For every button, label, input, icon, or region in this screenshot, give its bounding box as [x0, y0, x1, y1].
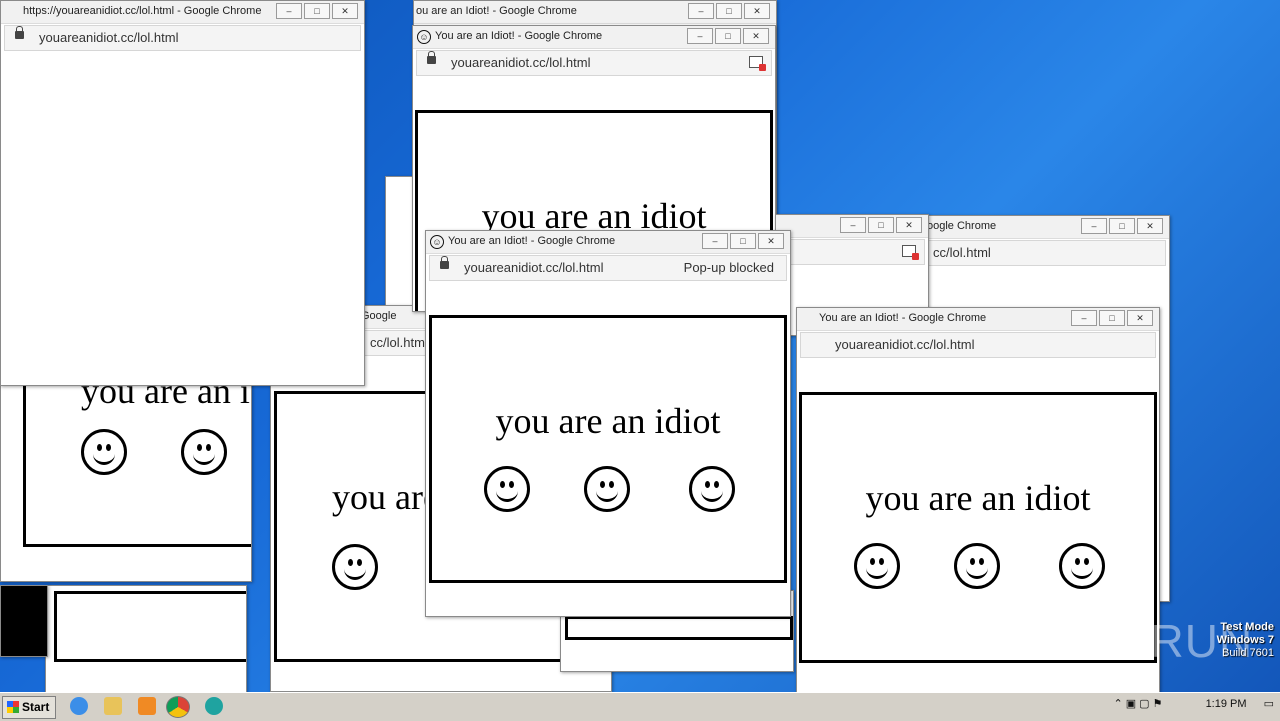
windows-logo-icon [7, 701, 19, 713]
address-url: youareanidiot.cc/lol.html [464, 260, 604, 275]
popup-blocked-icon[interactable] [749, 56, 766, 71]
address-bar[interactable]: cc/lol.html [924, 240, 1166, 266]
smiley-icon [954, 543, 1000, 589]
title-bar[interactable]: ☺ You are an Idiot! - Google Chrome – □ ✕ [413, 26, 775, 49]
close-button[interactable]: ✕ [1127, 310, 1153, 326]
maximize-button[interactable]: □ [1109, 218, 1135, 234]
smiley-icon [484, 466, 530, 512]
close-button[interactable]: ✕ [744, 3, 770, 19]
window-title: ou are an Idiot! - Google Chrome [416, 5, 577, 17]
title-bar[interactable]: ou are an Idiot! - Google Chrome – □ ✕ [414, 1, 776, 24]
address-url: youareanidiot.cc/lol.html [451, 55, 591, 70]
address-url: cc/lol.html [933, 245, 991, 260]
popup-window-back-4[interactable] [0, 585, 48, 657]
close-button[interactable]: ✕ [743, 28, 769, 44]
close-button[interactable]: ✕ [332, 3, 358, 19]
maximize-button[interactable]: □ [868, 217, 894, 233]
taskbar: Start ⌃ ▣ ▢ ⚑ 1:19 PM ▭ [0, 692, 1280, 721]
address-bar[interactable]: youareanidiot.cc/lol.html [4, 25, 361, 51]
media-player-icon[interactable] [138, 697, 156, 715]
close-button[interactable]: ✕ [1137, 218, 1163, 234]
close-button[interactable]: ✕ [758, 233, 784, 249]
minimize-button[interactable]: – [702, 233, 728, 249]
maximize-button[interactable]: □ [715, 28, 741, 44]
minimize-button[interactable]: – [1071, 310, 1097, 326]
lock-icon [440, 256, 449, 269]
minimize-button[interactable]: – [276, 3, 302, 19]
title-bar[interactable]: You are an Idiot! - Google Chrome – □ ✕ [797, 308, 1159, 331]
address-bar[interactable]: youareanidiot.cc/lol.html [800, 332, 1156, 358]
system-tray: ⌃ ▣ ▢ ⚑ 1:19 PM ▭ [1113, 697, 1274, 710]
address-bar[interactable]: youareanidiot.cc/lol.html [416, 50, 772, 76]
watermark-line: Build 7601 [1222, 647, 1274, 659]
smiley-favicon-icon: ☺ [417, 30, 431, 44]
minimize-button[interactable]: – [688, 3, 714, 19]
minimize-button[interactable]: – [687, 28, 713, 44]
address-bar[interactable]: youareanidiot.cc/lol.html Pop-up blocked [429, 255, 787, 281]
maximize-button[interactable]: □ [716, 3, 742, 19]
popup-blocked-icon[interactable] [902, 245, 919, 260]
windows-watermark: Test Mode Windows 7 Build 7601 [1217, 621, 1274, 660]
internet-explorer-icon[interactable] [70, 697, 88, 715]
lock-icon [15, 26, 24, 39]
smiley-icon [81, 429, 127, 475]
watermark-line: Windows 7 [1216, 634, 1274, 646]
address-url: youareanidiot.cc/lol.html [39, 30, 179, 45]
popup-window-front[interactable]: ☺ You are an Idiot! - Google Chrome – □ ✕ … [425, 230, 791, 617]
clock[interactable]: 1:19 PM [1206, 698, 1247, 710]
popup-window-back-3[interactable] [45, 585, 247, 692]
watermark-line: Test Mode [1220, 621, 1274, 633]
window-title: oogle Chrome [927, 220, 997, 232]
smiley-icon [332, 544, 378, 590]
window-title: https://youareanidiot.cc/lol.html - Goog… [23, 5, 262, 17]
lock-icon [427, 51, 436, 64]
idiot-message: you are an idiot [495, 401, 721, 441]
address-url: cc/lol.html [370, 335, 428, 350]
smiley-icon [854, 543, 900, 589]
edge-icon[interactable] [205, 697, 223, 715]
folder-icon[interactable] [104, 697, 122, 715]
smiley-favicon-icon: ☺ [430, 235, 444, 249]
window-title: You are an Idiot! - Google Chrome [819, 312, 987, 324]
address-bar[interactable] [779, 239, 925, 265]
title-bar[interactable]: oogle Chrome – □ ✕ [921, 216, 1169, 239]
title-bar[interactable]: – □ ✕ [776, 215, 928, 238]
desktop: you are an idiot oogle Chrome –□✕ cc/lol… [0, 0, 1280, 692]
maximize-button[interactable]: □ [1099, 310, 1125, 326]
smiley-icon [181, 429, 227, 475]
tray-icons[interactable]: ⌃ ▣ ▢ ⚑ [1113, 698, 1162, 710]
maximize-button[interactable]: □ [304, 3, 330, 19]
popup-window-back-2[interactable]: you are an idiot [0, 370, 252, 582]
window-title: You are an Idiot! - Google Chrome [448, 235, 616, 247]
start-label: Start [22, 700, 50, 714]
smiley-icon [584, 466, 630, 512]
content-frame [54, 591, 246, 662]
title-bar[interactable]: https://youareanidiot.cc/lol.html - Goog… [1, 1, 364, 24]
show-desktop-icon[interactable]: ▭ [1264, 698, 1274, 710]
close-button[interactable]: ✕ [896, 217, 922, 233]
minimize-button[interactable]: – [840, 217, 866, 233]
content-frame: you are an idiot [23, 371, 251, 547]
smiley-icon [1059, 543, 1105, 589]
idiot-message: you are an idiot [865, 478, 1091, 518]
window-title: Google [361, 310, 397, 322]
chrome-icon[interactable] [166, 696, 190, 718]
title-bar[interactable]: ☺ You are an Idiot! - Google Chrome – □ ✕ [426, 231, 790, 254]
start-button[interactable]: Start [2, 696, 56, 719]
maximize-button[interactable]: □ [730, 233, 756, 249]
minimize-button[interactable]: – [1081, 218, 1107, 234]
window-title: You are an Idiot! - Google Chrome [435, 30, 603, 42]
content-frame [565, 616, 793, 640]
popup-blocked-label[interactable]: Pop-up blocked [684, 260, 774, 275]
smiley-icon [689, 466, 735, 512]
address-url: youareanidiot.cc/lol.html [835, 337, 975, 352]
popup-window-top-left[interactable]: https://youareanidiot.cc/lol.html - Goog… [0, 0, 365, 386]
content-frame: you are an idiot [429, 315, 787, 583]
